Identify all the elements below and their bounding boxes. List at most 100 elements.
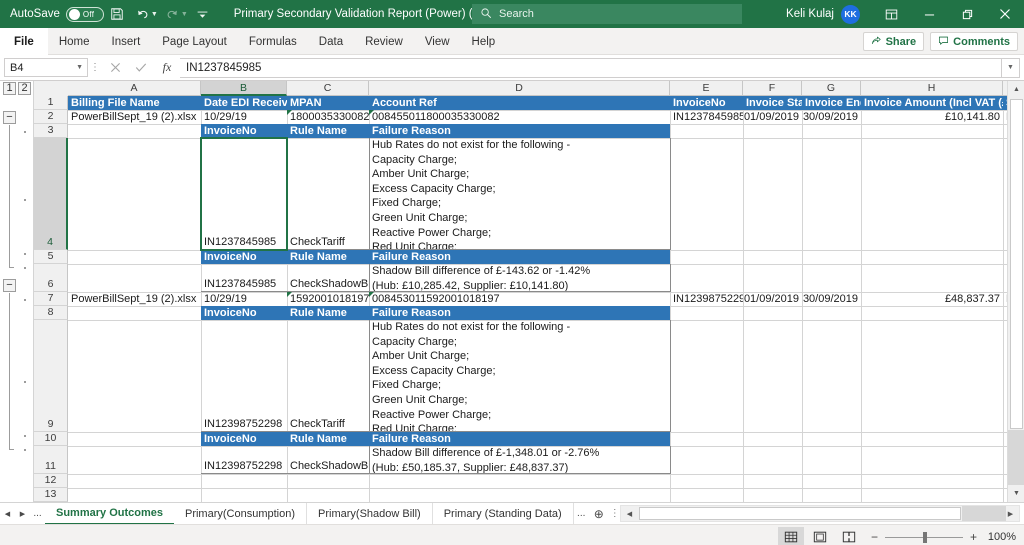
formula-bar-grip[interactable]: ⋮: [88, 62, 102, 73]
horizontal-scrollbar-track[interactable]: [962, 506, 1006, 521]
cell-e2[interactable]: IN1237845985: [670, 110, 743, 124]
column-header-g[interactable]: G: [802, 81, 861, 96]
tab-data[interactable]: Data: [308, 28, 354, 55]
row-header-2[interactable]: 2: [34, 110, 68, 124]
column-header-a[interactable]: A: [68, 81, 201, 96]
sheet-tab-overflow-ellipsis[interactable]: ...: [574, 508, 589, 519]
cell-c9[interactable]: CheckTariff: [287, 320, 369, 432]
cell-c4[interactable]: CheckTariff: [287, 138, 369, 250]
cell-a7[interactable]: PowerBillSept_19 (2).xlsx: [68, 292, 201, 306]
cell-c10[interactable]: Rule Name: [287, 432, 369, 446]
cancel-icon[interactable]: [102, 57, 128, 79]
save-icon[interactable]: [104, 1, 130, 27]
tab-review[interactable]: Review: [354, 28, 414, 55]
cell-b10[interactable]: InvoiceNo: [201, 432, 287, 446]
cell-d6[interactable]: Shadow Bill difference of £-143.62 or -1…: [369, 264, 670, 292]
column-header-h[interactable]: H: [861, 81, 1003, 96]
cell-d5[interactable]: Failure Reason: [369, 250, 670, 264]
column-header-c[interactable]: C: [287, 81, 369, 96]
outline-level-2-button[interactable]: 2: [18, 82, 31, 95]
cell-c5[interactable]: Rule Name: [287, 250, 369, 264]
checkmark-icon[interactable]: [128, 57, 154, 79]
cell-d2[interactable]: 008455011800035330082: [369, 110, 670, 124]
scroll-down-arrow-icon[interactable]: ▼: [1008, 485, 1024, 502]
zoom-out-button[interactable]: −: [871, 530, 878, 544]
cell-h1[interactable]: Invoice Amount (Incl VAT (£)): [861, 96, 1003, 110]
outline-collapse-button-group-1[interactable]: −: [3, 111, 16, 124]
row-header-3[interactable]: 3: [34, 124, 68, 138]
cell-b4[interactable]: IN1237845985: [201, 138, 287, 250]
cell-f7[interactable]: 01/09/2019: [743, 292, 802, 306]
cell-d4[interactable]: Hub Rates do not exist for the following…: [369, 138, 670, 250]
cell-d1[interactable]: Account Ref: [369, 96, 670, 110]
share-button[interactable]: Share: [862, 32, 925, 51]
formula-input[interactable]: IN1237845985: [180, 57, 1002, 78]
cell-d10[interactable]: Failure Reason: [369, 432, 670, 446]
cell-g2[interactable]: 30/09/2019: [802, 110, 861, 124]
cell-h2[interactable]: £10,141.80: [861, 110, 1003, 124]
cell-c7[interactable]: 1592001018197: [287, 292, 369, 306]
row-header-13[interactable]: 13: [34, 488, 68, 502]
cell-f1[interactable]: Invoice Start: [743, 96, 802, 110]
outline-level-1-button[interactable]: 1: [3, 82, 16, 95]
cell-d8[interactable]: Failure Reason: [369, 306, 670, 320]
cell-e7[interactable]: IN12398752298: [670, 292, 743, 306]
vertical-scrollbar-track[interactable]: [1008, 430, 1024, 485]
name-box-chevron-down-icon[interactable]: ▼: [76, 64, 83, 71]
outline-collapse-button-group-2[interactable]: −: [3, 279, 16, 292]
vertical-scrollbar-thumb[interactable]: [1010, 99, 1023, 429]
vertical-scrollbar[interactable]: ▲ ▼: [1007, 81, 1024, 502]
hscroll-left-arrow-icon[interactable]: ◀: [621, 506, 638, 521]
cell-d11[interactable]: Shadow Bill difference of £-1,348.01 or …: [369, 446, 670, 474]
comments-button[interactable]: Comments: [930, 32, 1018, 51]
user-name[interactable]: Keli Kulaj: [786, 8, 834, 20]
cell-b9[interactable]: IN12398752298: [201, 320, 287, 432]
search-input[interactable]: Search: [472, 4, 742, 24]
cell-c3[interactable]: Rule Name: [287, 124, 369, 138]
cell-a1[interactable]: Billing File Name: [68, 96, 201, 110]
restore-icon[interactable]: [948, 0, 986, 28]
horizontal-scrollbar[interactable]: ◀ ▶: [620, 505, 1020, 522]
minimize-icon[interactable]: [910, 0, 948, 28]
row-header-10[interactable]: 10: [34, 432, 68, 446]
cell-area[interactable]: Billing File Name Date EDI Received MPAN…: [68, 96, 1007, 502]
cell-e1[interactable]: InvoiceNo: [670, 96, 743, 110]
cell-c8[interactable]: Rule Name: [287, 306, 369, 320]
tab-insert[interactable]: Insert: [101, 28, 152, 55]
cell-d7[interactable]: 008453011592001018197: [369, 292, 670, 306]
autosave-toggle[interactable]: Off: [65, 6, 104, 22]
column-header-e[interactable]: E: [670, 81, 743, 96]
cell-c2[interactable]: 1800035330082: [287, 110, 369, 124]
add-sheet-icon[interactable]: ⊕: [589, 503, 609, 525]
column-header-b[interactable]: B: [201, 81, 287, 96]
scroll-up-arrow-icon[interactable]: ▲: [1008, 81, 1024, 98]
cell-g1[interactable]: Invoice End: [802, 96, 861, 110]
cell-b1[interactable]: Date EDI Received: [201, 96, 287, 110]
insert-function-icon[interactable]: fx: [154, 57, 180, 79]
cell-h7[interactable]: £48,837.37: [861, 292, 1003, 306]
cell-b11[interactable]: IN12398752298: [201, 446, 287, 474]
sheet-tab-primary-standing-data[interactable]: Primary (Standing Data): [433, 502, 574, 525]
cell-d3[interactable]: Failure Reason: [369, 124, 670, 138]
zoom-level-label[interactable]: 100%: [984, 531, 1016, 543]
avatar[interactable]: KK: [841, 4, 860, 24]
zoom-in-button[interactable]: +: [970, 530, 977, 544]
customize-quick-access-icon[interactable]: [190, 1, 216, 27]
tab-file[interactable]: File: [0, 28, 48, 55]
undo-dropdown-chevron-icon[interactable]: ▼: [151, 11, 158, 18]
sheet-tab-summary-outcomes[interactable]: Summary Outcomes: [45, 502, 174, 525]
cell-c1[interactable]: MPAN: [287, 96, 369, 110]
cell-g7[interactable]: 30/09/2019: [802, 292, 861, 306]
sheet-tab-menu-icon[interactable]: ⋮: [609, 508, 621, 519]
tab-page-layout[interactable]: Page Layout: [151, 28, 238, 55]
sheet-tab-primary-consumption[interactable]: Primary(Consumption): [174, 502, 308, 525]
row-header-7[interactable]: 7: [34, 292, 68, 306]
row-header-5[interactable]: 5: [34, 250, 68, 264]
ribbon-display-options-icon[interactable]: [872, 0, 910, 28]
previous-sheet-arrow-icon[interactable]: ◀: [0, 503, 15, 525]
zoom-slider-thumb[interactable]: [922, 531, 927, 543]
redo-dropdown-chevron-icon[interactable]: ▼: [181, 11, 188, 18]
tab-home[interactable]: Home: [48, 28, 101, 55]
row-header-8[interactable]: 8: [34, 306, 68, 320]
page-layout-view-icon[interactable]: [807, 527, 833, 545]
